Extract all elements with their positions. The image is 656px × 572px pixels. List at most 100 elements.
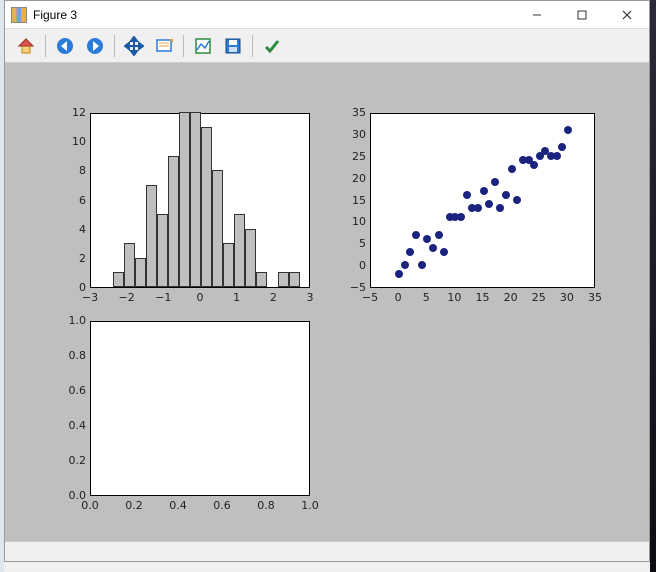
toolbar-separator [114,35,115,57]
scatter-point [480,187,488,195]
scatter-point [513,196,521,204]
histogram-bar [223,243,234,287]
zoom-icon [154,36,174,56]
histogram-bar [113,272,124,287]
arrow-left-icon [55,36,75,56]
subplot-histogram [90,113,310,288]
toolbar [5,29,649,63]
scatter-point [508,165,516,173]
histogram-bar [278,272,289,287]
save-icon [223,36,243,56]
maximize-button[interactable] [559,1,604,29]
configure-subplots-button[interactable] [190,33,216,59]
toolbar-separator [183,35,184,57]
tick-label: 12 [56,106,86,119]
forward-button[interactable] [82,33,108,59]
tick-label: 10 [56,135,86,148]
tick-label: 0.6 [56,384,86,397]
tick-label: −3 [82,291,98,304]
apply-button[interactable] [259,33,285,59]
histogram-bar [201,127,212,287]
titlebar: Figure 3 [5,1,649,29]
tick-label: 35 [336,106,366,119]
figure-window: Figure 3 [4,0,650,562]
tick-label: 2 [270,291,277,304]
tick-label: 10 [336,215,366,228]
tick-label: 0.2 [125,499,143,512]
scatter-point [418,261,426,269]
tick-label: 5 [336,237,366,250]
scatter-point [395,270,403,278]
histogram-bar [212,170,223,287]
maximize-icon [577,10,587,20]
scatter-point [435,231,443,239]
tick-label: −2 [119,291,135,304]
histogram-bar [289,272,300,287]
histogram-bar [124,243,135,287]
tick-label: 3 [307,291,314,304]
scatter-point [423,235,431,243]
tick-label: 30 [560,291,574,304]
tick-label: 0.0 [81,499,99,512]
figure-canvas[interactable]: 121086420−3−2−1012335302520151050−5−5051… [5,63,649,541]
tick-label: 1.0 [56,314,86,327]
window-title: Figure 3 [33,8,77,22]
tick-label: 0.6 [213,499,231,512]
tick-label: 10 [447,291,461,304]
scatter-point [474,204,482,212]
pan-button[interactable] [121,33,147,59]
minimize-button[interactable] [514,1,559,29]
tick-label: 25 [532,291,546,304]
tick-label: 30 [336,128,366,141]
tick-label: 15 [476,291,490,304]
histogram-bar [245,229,256,287]
close-icon [622,10,632,20]
tick-label: 0 [395,291,402,304]
subplot-empty [90,321,310,496]
tick-label: 1.0 [301,499,319,512]
scatter-point [429,244,437,252]
statusbar [5,541,649,561]
tick-label: 0.4 [56,419,86,432]
close-button[interactable] [604,1,649,29]
subplots-icon [193,36,213,56]
histogram-bar [146,185,157,287]
tick-label: 0.8 [257,499,275,512]
tick-label: 8 [56,164,86,177]
tick-label: 0 [197,291,204,304]
tick-label: 4 [56,223,86,236]
tick-label: 20 [336,172,366,185]
histogram-bar [190,112,201,287]
scatter-point [558,143,566,151]
tick-label: 15 [336,194,366,207]
arrow-right-icon [85,36,105,56]
scatter-point [401,261,409,269]
home-button[interactable] [13,33,39,59]
scatter-point [564,126,572,134]
tick-label: 5 [423,291,430,304]
scatter-point [485,200,493,208]
tick-label: 1 [233,291,240,304]
scatter-point [502,191,510,199]
scatter-point [406,248,414,256]
subplot-scatter [370,113,595,288]
app-icon [11,7,27,23]
back-button[interactable] [52,33,78,59]
scatter-point [496,204,504,212]
save-button[interactable] [220,33,246,59]
scatter-point [530,161,538,169]
zoom-button[interactable] [151,33,177,59]
desktop-right-sliver [650,0,656,572]
histogram-bar [157,214,168,287]
histogram-bar [135,258,146,287]
scatter-point [457,213,465,221]
tick-label: 0.8 [56,349,86,362]
tick-label: 0.4 [169,499,187,512]
check-icon [262,36,282,56]
tick-label: 0.2 [56,454,86,467]
tick-label: 35 [588,291,602,304]
tick-label: −1 [155,291,171,304]
tick-label: −5 [362,291,378,304]
tick-label: 2 [56,252,86,265]
histogram-bar [256,272,267,287]
